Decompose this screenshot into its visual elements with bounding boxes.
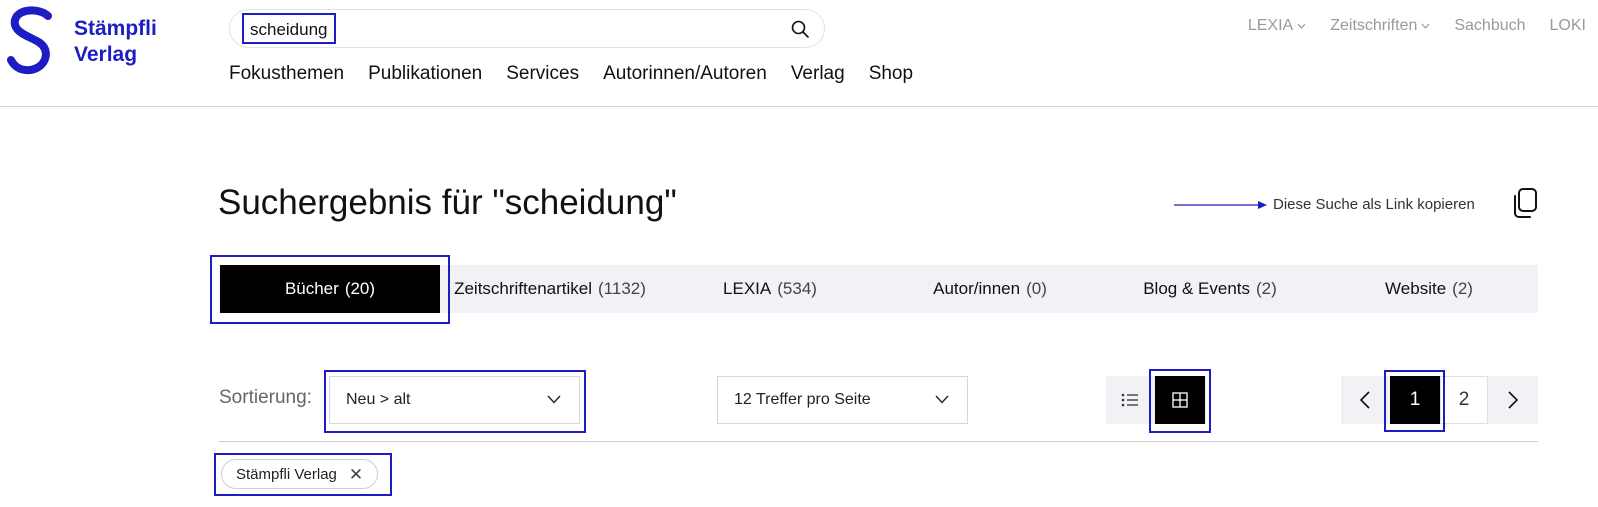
top-nav-loki[interactable]: LOKI (1550, 17, 1586, 35)
tab-label: LEXIA (723, 279, 772, 298)
previous-page-button[interactable] (1341, 376, 1389, 424)
nav-verlag[interactable]: Verlag (791, 63, 845, 85)
list-icon (1121, 393, 1138, 407)
result-type-tabs: Bücher (20) Zeitschriftenartikel (1132) … (219, 265, 1538, 313)
tab-count: (1132) (598, 279, 646, 298)
nav-autorinnen-autoren[interactable]: Autorinnen/Autoren (603, 63, 767, 85)
brand-line-1: Stämpfli (74, 17, 157, 40)
sort-select-value: Neu > alt (346, 391, 411, 408)
tab-zeitschriftenartikel[interactable]: Zeitschriftenartikel (1132) (440, 265, 660, 313)
top-nav-lexia[interactable]: LEXIA (1248, 17, 1306, 35)
chevron-down-icon (1421, 23, 1430, 29)
filter-chip-label: Stämpfli Verlag (236, 465, 337, 483)
top-nav-sachbuch[interactable]: Sachbuch (1454, 17, 1525, 35)
sort-label: Sortierung: (219, 387, 312, 408)
search-box[interactable]: scheidung (229, 9, 825, 48)
chevron-down-icon (935, 395, 949, 404)
tab-autor-innen[interactable]: Autor/innen (0) (880, 265, 1100, 313)
grid-icon (1172, 392, 1188, 408)
tab-website[interactable]: Website (2) (1320, 265, 1538, 313)
tab-count: (20) (344, 279, 376, 298)
tab-buecher[interactable]: Bücher (20) (220, 265, 440, 313)
arrow-right-icon (1174, 201, 1267, 209)
page-title: Suchergebnis für "scheidung" (218, 183, 677, 222)
search-input[interactable]: scheidung (242, 13, 336, 44)
page-1-button[interactable]: 1 (1390, 376, 1440, 424)
page-2-button[interactable]: 2 (1440, 376, 1488, 424)
list-view-button[interactable] (1106, 376, 1154, 424)
top-navigation: LEXIA Zeitschriften Sachbuch LOKI (1248, 17, 1586, 35)
brand-name[interactable]: Stämpfli Verlag (74, 16, 157, 68)
divider (219, 441, 1538, 442)
tab-count: (2) (1452, 279, 1473, 298)
chevron-down-icon (547, 395, 561, 404)
filter-chip[interactable]: Stämpfli Verlag ✕ (221, 459, 379, 489)
copy-search-link[interactable]: Diese Suche als Link kopieren (1273, 196, 1475, 213)
top-nav-lexia-label: LEXIA (1247, 17, 1294, 34)
chevron-right-icon (1508, 391, 1518, 409)
nav-shop[interactable]: Shop (869, 63, 913, 85)
search-icon[interactable] (791, 20, 809, 38)
grid-view-button[interactable] (1155, 376, 1205, 424)
top-nav-zeitschriften[interactable]: Zeitschriften (1330, 17, 1430, 35)
brand-line-2: Verlag (74, 43, 138, 66)
tab-label: Blog & Events (1143, 279, 1250, 298)
chevron-left-icon (1360, 391, 1370, 409)
tab-label: Website (1385, 279, 1447, 298)
per-page-select[interactable]: 12 Treffer pro Seite (717, 376, 968, 424)
sort-select[interactable]: Neu > alt (329, 376, 580, 424)
nav-fokusthemen[interactable]: Fokusthemen (229, 63, 344, 85)
tab-label: Zeitschriftenartikel (454, 279, 593, 298)
top-nav-zeitschriften-label: Zeitschriften (1330, 17, 1418, 34)
site-header: Stämpfli Verlag scheidung Fokusthemen Pu… (0, 0, 1598, 107)
chevron-down-icon (1297, 23, 1306, 29)
tab-count: (0) (1026, 279, 1047, 298)
next-page-button[interactable] (1489, 376, 1537, 424)
tab-count: (2) (1256, 279, 1277, 298)
tab-label: Autor/innen (933, 279, 1021, 298)
copy-icon[interactable] (1510, 187, 1540, 219)
per-page-select-value: 12 Treffer pro Seite (734, 391, 871, 408)
tab-count: (534) (777, 279, 817, 298)
tab-lexia[interactable]: LEXIA (534) (660, 265, 880, 313)
close-icon[interactable]: ✕ (349, 466, 363, 483)
main-navigation: Fokusthemen Publikationen Services Autor… (229, 63, 913, 85)
nav-publikationen[interactable]: Publikationen (368, 63, 482, 85)
stampfli-logo-icon[interactable] (6, 6, 58, 76)
top-nav-loki-label: LOKI (1549, 17, 1586, 34)
tab-label: Bücher (284, 279, 339, 298)
top-nav-sachbuch-label: Sachbuch (1454, 17, 1526, 34)
tab-blog-events[interactable]: Blog & Events (2) (1100, 265, 1320, 313)
nav-services[interactable]: Services (506, 63, 579, 85)
